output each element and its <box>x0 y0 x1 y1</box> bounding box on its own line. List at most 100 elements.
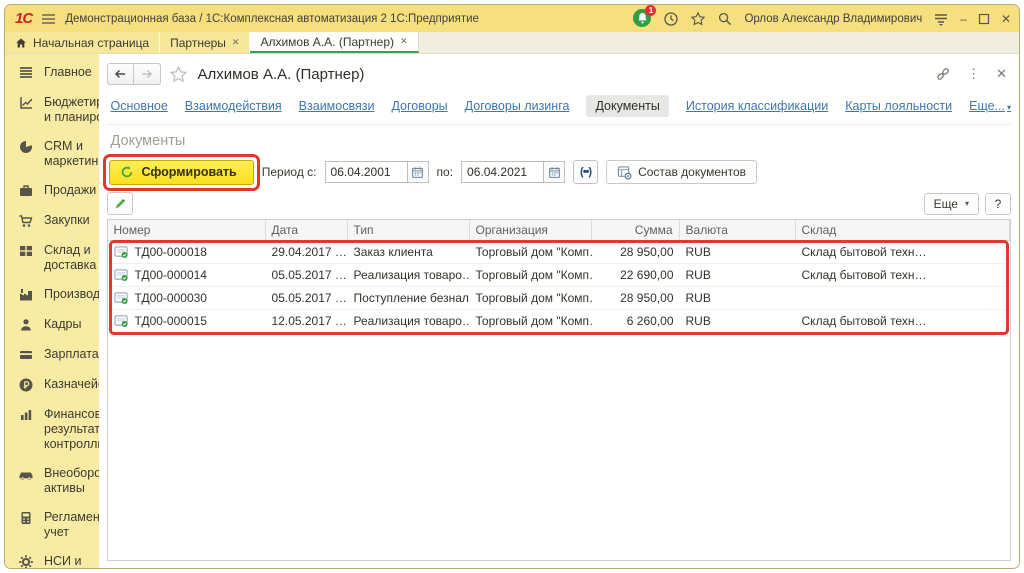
warehouse-grid-icon <box>18 243 34 259</box>
document-icon <box>114 291 129 305</box>
cell-sum: 28 950,00 <box>592 287 680 309</box>
tab-alkhimov-partner[interactable]: Алхимов А.А. (Партнер) ✕ <box>250 32 418 53</box>
nav-link-loyalty-cards[interactable]: Карты лояльности <box>845 99 952 113</box>
cell-currency: RUB <box>680 287 796 309</box>
nav-link-documents[interactable]: Документы <box>586 95 668 117</box>
generate-button[interactable]: Сформировать <box>109 160 254 185</box>
tab-bar: Начальная страница Партнеры ✕ Алхимов А.… <box>5 32 1019 54</box>
favorite-star-icon[interactable] <box>169 65 188 84</box>
period-to-label: по: <box>437 165 454 179</box>
current-user-name[interactable]: Орлов Александр Владимирович <box>744 13 922 25</box>
close-form-icon[interactable]: ✕ <box>992 66 1011 82</box>
table-row[interactable]: ТД00-000014 05.05.2017 … Реализация това… <box>108 264 1010 287</box>
notification-badge: 1 <box>645 5 656 16</box>
cell-sum: 28 950,00 <box>592 241 680 263</box>
tab-label: Начальная страница <box>33 36 149 50</box>
tab-close-icon[interactable]: ✕ <box>400 36 408 47</box>
col-header-number[interactable]: Номер <box>108 220 266 240</box>
nav-link-relations[interactable]: Взаимосвязи <box>299 99 375 113</box>
document-icon <box>114 245 129 259</box>
sidebar-item-crm[interactable]: CRM и маркетинг <box>5 132 99 176</box>
tab-label: Алхимов А.А. (Партнер) <box>260 35 394 49</box>
sidebar-item-fixed-assets[interactable]: Внеоборотные активы <box>5 459 99 503</box>
table-row[interactable]: ТД00-000030 05.05.2017 … Поступление без… <box>108 287 1010 310</box>
nav-link-leasing-contracts[interactable]: Договоры лизинга <box>465 99 570 113</box>
tab-close-icon[interactable]: ✕ <box>232 37 240 48</box>
col-header-currency[interactable]: Валюта <box>680 220 796 240</box>
cell-organization: Торговый дом "Комп… <box>470 241 592 263</box>
cell-warehouse: Склад бытовой техн… <box>796 241 1010 263</box>
menu-lines-icon <box>18 65 34 81</box>
table-row[interactable]: ТД00-000018 29.04.2017 … Заказ клиента Т… <box>108 241 1010 264</box>
period-to-input[interactable] <box>461 161 543 183</box>
table-header: Номер Дата Тип Организация Сумма Валюта … <box>108 220 1010 241</box>
nav-link-interactions[interactable]: Взаимодействия <box>185 99 282 113</box>
col-header-date[interactable]: Дата <box>266 220 348 240</box>
form-nav: Основное Взаимодействия Взаимосвязи Дого… <box>107 95 1011 125</box>
sidebar-item-treasury[interactable]: Казначейство <box>5 370 99 400</box>
cell-date: 05.05.2017 … <box>266 264 348 286</box>
sidebar-item-purchasing[interactable]: Закупки <box>5 206 99 236</box>
col-header-organization[interactable]: Организация <box>470 220 592 240</box>
briefcase-icon <box>18 183 34 199</box>
ledger-icon <box>18 510 34 526</box>
main-menu-icon[interactable] <box>41 13 56 25</box>
nav-link-classification-history[interactable]: История классификации <box>686 99 828 113</box>
cell-number: ТД00-000030 <box>135 291 207 305</box>
sidebar-item-admin[interactable]: НСИ и администрирование <box>5 547 99 569</box>
nav-link-contracts[interactable]: Договоры <box>391 99 447 113</box>
period-from-input[interactable] <box>325 161 407 183</box>
search-icon[interactable] <box>717 11 733 27</box>
back-button[interactable] <box>107 63 134 85</box>
list-more-button[interactable]: Еще ▾ <box>924 193 979 215</box>
tab-partners[interactable]: Партнеры ✕ <box>160 32 250 53</box>
sidebar-item-payroll[interactable]: Зарплата <box>5 340 99 370</box>
documents-composition-button[interactable]: Состав документов <box>606 160 757 184</box>
cell-sum: 6 260,00 <box>592 310 680 332</box>
notifications-bell-icon[interactable]: 1 <box>633 9 652 28</box>
table-row[interactable]: ТД00-000015 12.05.2017 … Реализация това… <box>108 310 1010 333</box>
sidebar-item-financial-result[interactable]: Финансовый результат и контроллинг <box>5 400 99 459</box>
cell-type: Реализация товаро… <box>348 264 470 286</box>
period-picker-button[interactable]: (••) <box>573 160 598 184</box>
cell-type: Поступление безнал… <box>348 287 470 309</box>
sidebar-item-main[interactable]: Главное <box>5 58 99 88</box>
col-header-warehouse[interactable]: Склад <box>796 220 1010 240</box>
nav-link-main[interactable]: Основное <box>111 99 168 113</box>
tab-home[interactable]: Начальная страница <box>5 32 160 53</box>
cell-date: 29.04.2017 … <box>266 241 348 263</box>
service-menu-icon[interactable] <box>933 12 949 26</box>
calendar-icon[interactable] <box>543 161 565 183</box>
maximize-button[interactable] <box>978 13 990 25</box>
sidebar-item-budgeting[interactable]: Бюджетирование и планирование <box>5 88 99 132</box>
col-header-type[interactable]: Тип <box>348 220 470 240</box>
app-title: Демонстрационная база / 1С:Комплексная а… <box>65 13 479 25</box>
minimize-button[interactable]: – <box>960 12 967 26</box>
col-header-sum[interactable]: Сумма <box>592 220 680 240</box>
cell-organization: Торговый дом "Комп… <box>470 310 592 332</box>
more-kebab-icon[interactable]: ⋮ <box>963 66 984 82</box>
calendar-icon[interactable] <box>407 161 429 183</box>
close-window-button[interactable]: ✕ <box>1001 12 1011 26</box>
edit-pencil-button[interactable] <box>107 192 133 215</box>
form-content: Алхимов А.А. (Партнер) ⋮ ✕ Основное Взаи… <box>99 54 1019 569</box>
cell-warehouse <box>796 287 1010 309</box>
wallet-icon <box>18 347 34 363</box>
home-icon <box>15 37 27 49</box>
cell-type: Заказ клиента <box>348 241 470 263</box>
sidebar-item-production[interactable]: Производство <box>5 280 99 310</box>
cell-number: ТД00-000015 <box>135 314 207 328</box>
forward-button[interactable] <box>134 63 161 85</box>
sidebar-item-sales[interactable]: Продажи <box>5 176 99 206</box>
get-link-icon[interactable] <box>931 66 955 82</box>
favorites-star-icon[interactable] <box>690 11 706 27</box>
app-window: 1С Демонстрационная база / 1С:Комплексна… <box>4 4 1020 569</box>
help-button[interactable]: ? <box>985 193 1011 215</box>
cell-number: ТД00-000014 <box>135 268 207 282</box>
history-icon[interactable] <box>663 11 679 27</box>
sidebar-item-warehouse[interactable]: Склад и доставка <box>5 236 99 280</box>
sidebar-item-regulated-accounting[interactable]: Регламентированный учет <box>5 503 99 547</box>
documents-table: Номер Дата Тип Организация Сумма Валюта … <box>107 219 1011 561</box>
nav-link-more[interactable]: Еще...▾ <box>969 99 1011 113</box>
sidebar-item-hr[interactable]: Кадры <box>5 310 99 340</box>
